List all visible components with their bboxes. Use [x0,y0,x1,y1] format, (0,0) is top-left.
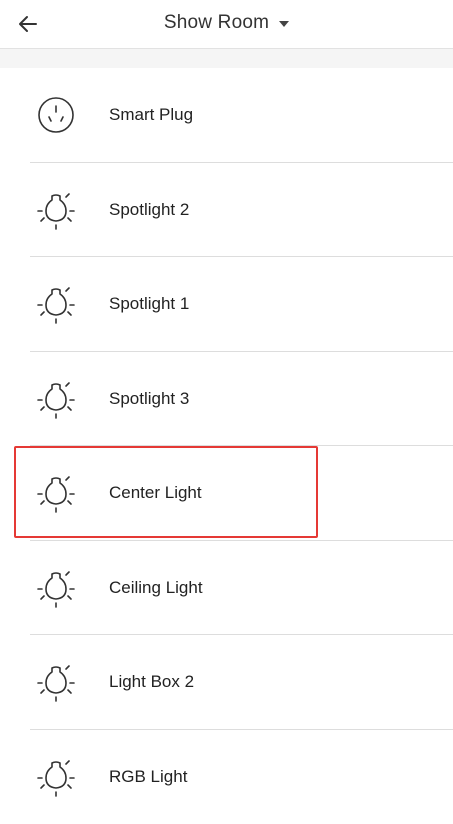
device-row-rgb-light[interactable]: RGB Light [0,730,453,824]
device-label: RGB Light [109,767,187,787]
device-label: Spotlight 1 [109,294,189,314]
bulb-icon [30,373,82,425]
caret-down-icon [279,21,289,27]
device-label: Smart Plug [109,105,193,125]
bulb-icon [30,184,82,236]
device-list: Smart Plug Spotlight 2 [0,68,453,824]
device-row-light-box-2[interactable]: Light Box 2 [0,635,453,730]
device-label: Center Light [109,483,202,503]
top-bar: Show Room [0,0,453,49]
device-row-spotlight-3[interactable]: Spotlight 3 [0,352,453,447]
device-row-ceiling-light[interactable]: Ceiling Light [0,541,453,636]
device-row-spotlight-2[interactable]: Spotlight 2 [0,163,453,258]
bulb-icon [30,751,82,803]
bulb-icon [30,467,82,519]
device-row-smart-plug[interactable]: Smart Plug [0,68,453,163]
bulb-icon [30,278,82,330]
device-row-center-light[interactable]: Center Light [0,446,453,541]
device-label: Spotlight 3 [109,389,189,409]
page-title: Show Room [164,12,269,34]
device-label: Ceiling Light [109,578,203,598]
device-label: Spotlight 2 [109,200,189,220]
header-spacer [0,49,453,68]
room-selector[interactable]: Show Room [0,0,453,46]
device-label: Light Box 2 [109,672,194,692]
device-row-spotlight-1[interactable]: Spotlight 1 [0,257,453,352]
smart-plug-icon [30,89,82,141]
bulb-icon [30,562,82,614]
bulb-icon [30,656,82,708]
